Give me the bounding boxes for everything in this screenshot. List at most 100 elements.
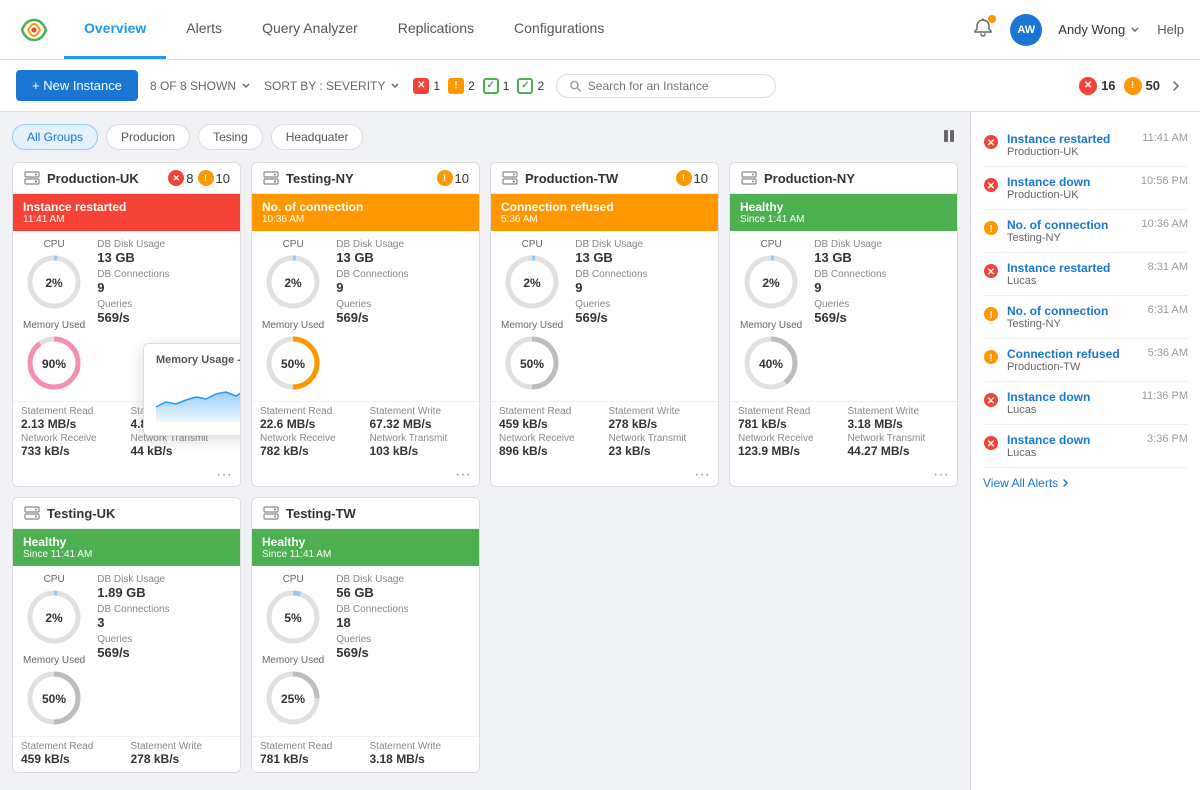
warn-badge-production-uk: ! 10 bbox=[198, 170, 230, 186]
card-title-testing-uk: Testing-UK bbox=[47, 506, 115, 521]
tab-configurations[interactable]: Configurations bbox=[494, 0, 624, 59]
tab-query-analyzer[interactable]: Query Analyzer bbox=[242, 0, 378, 59]
svg-text:25%: 25% bbox=[281, 692, 305, 706]
tab-replications[interactable]: Replications bbox=[378, 0, 494, 59]
card-header-testing-tw: Testing-TW bbox=[252, 498, 479, 529]
svg-text:✕: ✕ bbox=[987, 439, 995, 450]
alert-sub: Lucas bbox=[1007, 447, 1139, 459]
memory-gauge-production-uk: Memory Used 90% bbox=[23, 320, 85, 393]
svg-text:!: ! bbox=[989, 224, 992, 235]
card-header-production-tw: Production-TW ! 10 bbox=[491, 163, 718, 194]
alert-type-icon: ✕ bbox=[983, 392, 999, 408]
alert-content: No. of connection Testing-NY bbox=[1007, 304, 1140, 330]
group-tab-producion[interactable]: Producion bbox=[106, 124, 190, 150]
avatar: AW bbox=[1010, 14, 1042, 46]
alert-time: 11:36 PM bbox=[1142, 390, 1188, 402]
card-title-testing-ny: Testing-NY bbox=[286, 171, 354, 186]
alert-type-icon: ! bbox=[983, 220, 999, 236]
group-tab-tesing[interactable]: Tesing bbox=[198, 124, 263, 150]
card-more-production-ny: ··· bbox=[730, 464, 957, 486]
alert-title[interactable]: Instance down bbox=[1007, 175, 1133, 189]
alert-sub: Lucas bbox=[1007, 275, 1140, 287]
alert-type-icon: ! bbox=[983, 306, 999, 322]
check-badge[interactable]: ✓ 2 bbox=[517, 78, 544, 94]
svg-text:50%: 50% bbox=[42, 692, 66, 706]
alert-time: 5:36 AM bbox=[1148, 347, 1188, 359]
sort-selector[interactable]: SORT BY : SEVERITY bbox=[264, 79, 401, 93]
alert-title[interactable]: Instance down bbox=[1007, 390, 1134, 404]
alert-title[interactable]: Instance restarted bbox=[1007, 132, 1134, 146]
group-tab-headquater[interactable]: Headquater bbox=[271, 124, 364, 150]
alert-item: ✕ Instance down Production-UK 10:56 PM bbox=[983, 167, 1188, 210]
view-all-alerts[interactable]: View All Alerts bbox=[983, 476, 1188, 490]
help-button[interactable]: Help bbox=[1157, 22, 1184, 37]
tab-overview[interactable]: Overview bbox=[64, 0, 166, 59]
card-body-production-tw: CPU 2% Memory Used bbox=[491, 231, 718, 401]
card-header-production-ny: Production-NY bbox=[730, 163, 957, 194]
card-err-icon: ✕ bbox=[168, 170, 184, 186]
card-warn-icon-ny: ! bbox=[437, 170, 453, 186]
card-more-testing-ny: ··· bbox=[252, 464, 479, 486]
memory-gauge-testing-tw: Memory Used 25% bbox=[262, 655, 324, 728]
alert-title[interactable]: Connection refused bbox=[1007, 347, 1140, 361]
bell-dot bbox=[988, 15, 996, 23]
svg-text:40%: 40% bbox=[759, 357, 783, 371]
nav-tabs: Overview Alerts Query Analyzer Replicati… bbox=[64, 0, 624, 59]
bell-button[interactable] bbox=[972, 17, 994, 42]
nav-right: AW Andy Wong Help bbox=[972, 14, 1184, 46]
chevron-right-icon[interactable] bbox=[1168, 78, 1184, 94]
alert-item: ! No. of connection Testing-NY 10:36 AM bbox=[983, 210, 1188, 253]
alert-type-icon: ✕ bbox=[983, 177, 999, 193]
more-dots-icon[interactable]: ··· bbox=[216, 466, 232, 483]
group-tab-all[interactable]: All Groups bbox=[12, 124, 98, 150]
alert-title[interactable]: Instance restarted bbox=[1007, 261, 1140, 275]
alert-item: ! No. of connection Testing-NY 6:31 AM bbox=[983, 296, 1188, 339]
alert-title[interactable]: Instance down bbox=[1007, 433, 1139, 447]
more-dots-ny[interactable]: ··· bbox=[455, 466, 471, 483]
warn-badge[interactable]: ! 2 bbox=[448, 78, 475, 94]
alert-sub: Production-UK bbox=[1007, 189, 1133, 201]
global-warn-count: ! 50 bbox=[1124, 77, 1160, 95]
memory-gauge-production-tw: Memory Used 50% bbox=[501, 320, 563, 393]
toolbar: + New Instance 8 OF 8 SHOWN SORT BY : SE… bbox=[0, 60, 1200, 112]
alert-title[interactable]: No. of connection bbox=[1007, 218, 1134, 232]
server-icon bbox=[23, 169, 41, 187]
search-box[interactable] bbox=[556, 74, 776, 98]
svg-text:50%: 50% bbox=[520, 357, 544, 371]
tab-alerts[interactable]: Alerts bbox=[166, 0, 242, 59]
alert-title[interactable]: No. of connection bbox=[1007, 304, 1140, 318]
card-title-production-tw: Production-TW bbox=[525, 171, 618, 186]
card-footer-testing-tw: Statement Read781 kB/s Statement Write3.… bbox=[252, 736, 479, 772]
card-testing-ny: Testing-NY ! 10 No. of connection 10:36 … bbox=[251, 162, 480, 487]
memory-chart bbox=[156, 372, 241, 422]
pause-button[interactable] bbox=[940, 127, 958, 148]
alert-time: 6:31 AM bbox=[1148, 304, 1188, 316]
server-icon-ttw bbox=[262, 504, 280, 522]
shown-label: 8 OF 8 SHOWN bbox=[150, 79, 252, 93]
card-body-testing-uk: CPU 2% Memory Used bbox=[13, 566, 240, 736]
cpu-gauge-production-uk: CPU 2% bbox=[24, 239, 84, 312]
more-dots-pny[interactable]: ··· bbox=[933, 466, 949, 483]
card-body-testing-ny: CPU 2% Memory Used bbox=[252, 231, 479, 401]
more-dots-tw[interactable]: ··· bbox=[694, 466, 710, 483]
alert-time: 3:36 PM bbox=[1147, 433, 1188, 445]
error-badge[interactable]: ✕ 1 bbox=[413, 78, 440, 94]
card-testing-tw: Testing-TW Healthy Since 11:41 AM CPU bbox=[251, 497, 480, 773]
global-error-icon: ✕ bbox=[1079, 77, 1097, 95]
search-input[interactable] bbox=[588, 79, 763, 93]
global-warn-icon: ! bbox=[1124, 77, 1142, 95]
status-bar-production-tw: Connection refused 5:36 AM bbox=[491, 194, 718, 231]
ok-badge[interactable]: ✓ 1 bbox=[483, 78, 510, 94]
card-footer-testing-ny: Statement Read22.6 MB/s Statement Write6… bbox=[252, 401, 479, 464]
svg-text:50%: 50% bbox=[281, 357, 305, 371]
cpu-gauge-testing-tw: CPU 5% bbox=[263, 574, 323, 647]
memory-gauge-production-ny: Memory Used 40% bbox=[740, 320, 802, 393]
alert-content: Connection refused Production-TW bbox=[1007, 347, 1140, 373]
metrics-right-production-tw: DB Disk Usage13 GB DB Connections9 Queri… bbox=[571, 239, 708, 393]
new-instance-button[interactable]: + New Instance bbox=[16, 70, 138, 101]
topnav: Overview Alerts Query Analyzer Replicati… bbox=[0, 0, 1200, 60]
status-bar-testing-uk: Healthy Since 11:41 AM bbox=[13, 529, 240, 566]
alert-type-icon: ✕ bbox=[983, 435, 999, 451]
check-icon: ✓ bbox=[517, 78, 533, 94]
group-tabs: All Groups Producion Tesing Headquater bbox=[12, 124, 958, 150]
